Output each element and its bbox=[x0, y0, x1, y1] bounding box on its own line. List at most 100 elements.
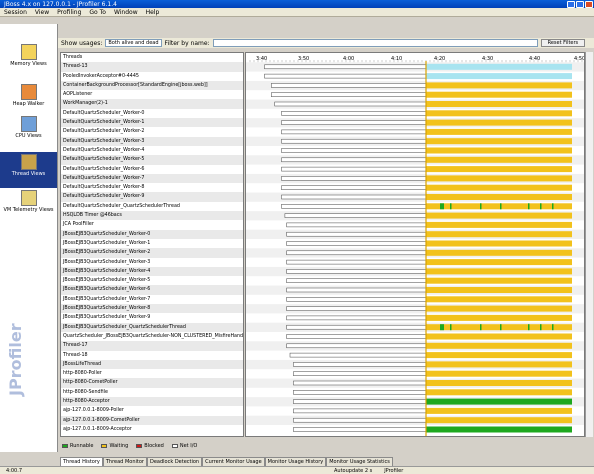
menu-profiling[interactable]: Profiling bbox=[53, 9, 85, 16]
thread-state-bar bbox=[426, 101, 572, 107]
tab-deadlock-detection[interactable]: Deadlock Detection bbox=[146, 457, 203, 466]
thread-row[interactable]: DefaultQuartzScheduler_Worker-0 bbox=[61, 109, 243, 118]
thread-state-bar bbox=[293, 371, 427, 376]
thread-row[interactable]: ContainerBackgroundProcessor[StandardEng… bbox=[61, 80, 243, 91]
tab-current-monitor-usage[interactable]: Current Monitor Usage bbox=[202, 457, 265, 466]
thread-row[interactable]: DefaultQuartzScheduler_Worker-3 bbox=[61, 136, 243, 146]
thread-row[interactable]: http-8080-Acceptor bbox=[61, 396, 243, 407]
thread-row[interactable]: JBossEJB3QuartzScheduler_Worker-7 bbox=[61, 295, 243, 304]
thread-state-bar bbox=[426, 91, 572, 98]
show-usages-select[interactable]: Both alive and dead bbox=[105, 39, 162, 47]
thread-row[interactable]: HSQLDB Timer @46bacs bbox=[61, 211, 243, 221]
maximize-button[interactable] bbox=[576, 0, 584, 8]
runnable-mark bbox=[540, 203, 542, 210]
thread-state-bar bbox=[281, 176, 427, 181]
time-tick-label: 4:50 bbox=[574, 56, 585, 62]
thread-row[interactable]: DefaultQuartzScheduler_Worker-5 bbox=[61, 155, 243, 165]
thread-row[interactable]: JBossEJB3QuartzScheduler_Worker-1 bbox=[61, 239, 243, 248]
legend-item: Runnable bbox=[62, 443, 93, 449]
legend-label: Net I/O bbox=[179, 442, 198, 449]
thread-state-bar bbox=[293, 362, 427, 367]
thread-state-bar bbox=[426, 138, 572, 145]
thread-state-bar bbox=[426, 314, 572, 321]
thread-row[interactable]: JBossEJB3QuartzScheduler_Worker-3 bbox=[61, 258, 243, 267]
reset-filters-button[interactable]: Reset Filters bbox=[540, 39, 586, 47]
heap-icon bbox=[20, 84, 37, 100]
thread-row[interactable]: JBossEJB3QuartzScheduler_Worker-5 bbox=[61, 276, 243, 285]
thread-row[interactable]: DefaultQuartzScheduler_Worker-8 bbox=[61, 183, 243, 192]
thread-state-bar bbox=[286, 231, 427, 237]
menu-session[interactable]: Session bbox=[0, 9, 31, 16]
thread-state-bar bbox=[271, 83, 427, 88]
thread-toolbar: Show usages: Both alive and dead Filter … bbox=[58, 38, 594, 48]
vertical-scrollbar[interactable] bbox=[585, 52, 593, 437]
thread-state-bar bbox=[286, 241, 427, 246]
minimize-button[interactable] bbox=[567, 0, 575, 8]
thread-row[interactable]: http-8080-Sendfile bbox=[61, 388, 243, 397]
thread-row[interactable]: JBossEJB3QuartzScheduler_QuartzScheduler… bbox=[61, 322, 243, 332]
menu-view[interactable]: View bbox=[31, 9, 53, 16]
thread-state-bar bbox=[281, 120, 427, 125]
thread-row[interactable]: JBossEJB3QuartzScheduler_Worker-9 bbox=[61, 313, 243, 322]
legend-label: Waiting bbox=[109, 442, 129, 449]
thread-row[interactable]: ajp-127.0.0.1-8009-Poller bbox=[61, 406, 243, 415]
time-tick-label: 4:20 bbox=[434, 56, 445, 62]
menu-window[interactable]: Window bbox=[110, 9, 142, 16]
thread-row[interactable]: JBossEJB3QuartzScheduler_Worker-8 bbox=[61, 304, 243, 314]
view-sidebar: Memory Views Heap Walker CPU Views Threa… bbox=[0, 24, 58, 452]
tab-thread-history[interactable]: Thread History bbox=[60, 457, 103, 466]
menu-goto[interactable]: Go To bbox=[85, 9, 110, 16]
thread-row[interactable]: JBossLifeThread bbox=[61, 359, 243, 370]
close-button[interactable] bbox=[585, 0, 593, 8]
thread-row[interactable]: DefaultQuartzScheduler_Worker-9 bbox=[61, 192, 243, 202]
menu-help[interactable]: Help bbox=[142, 9, 164, 16]
sidebar-item-threads[interactable]: Thread Views bbox=[0, 152, 57, 188]
sidebar-item-heap[interactable]: Heap Walker bbox=[0, 82, 57, 118]
sidebar-item-label: Heap Walker bbox=[12, 101, 45, 107]
thread-row[interactable]: http-8080-CometPoller bbox=[61, 378, 243, 388]
cpu-icon bbox=[20, 116, 37, 132]
thread-row[interactable]: Thread-17 bbox=[61, 341, 243, 351]
thread-row[interactable]: JBossEJB3QuartzScheduler_Worker-4 bbox=[61, 266, 243, 277]
thread-state-bar bbox=[286, 250, 427, 256]
sidebar-item-cpu[interactable]: CPU Views bbox=[0, 114, 57, 150]
thread-row[interactable]: http-8080-Poller bbox=[61, 369, 243, 378]
thread-state-bar bbox=[426, 305, 572, 312]
thread-state-bar bbox=[426, 389, 572, 396]
thread-row[interactable]: DefaultQuartzScheduler_Worker-6 bbox=[61, 165, 243, 174]
thread-row[interactable]: AOPListener bbox=[61, 90, 243, 99]
sidebar-item-telemetry[interactable]: VM Telemetry Views bbox=[0, 188, 57, 224]
thread-row[interactable]: Thread-18 bbox=[61, 351, 243, 360]
filter-input[interactable] bbox=[212, 39, 538, 47]
status-app: JProfiler bbox=[384, 467, 404, 474]
tab-thread-monitor[interactable]: Thread Monitor bbox=[102, 457, 147, 466]
sidebar-item-memory[interactable]: Memory Views bbox=[0, 42, 57, 78]
thread-row[interactable]: Threads bbox=[61, 53, 243, 62]
thread-row[interactable]: Thread-13 bbox=[61, 62, 243, 72]
time-tick-label: 4:40 bbox=[529, 56, 540, 62]
sidebar-item-label: CPU Views bbox=[15, 133, 42, 139]
tab-monitor-usage-statistics[interactable]: Monitor Usage Statistics bbox=[326, 457, 393, 466]
tab-monitor-usage-history[interactable]: Monitor Usage History bbox=[264, 457, 327, 466]
thread-row[interactable]: DefaultQuartzScheduler_QuartzSchedulerTh… bbox=[61, 202, 243, 211]
thread-state-bar bbox=[281, 148, 427, 153]
thread-row[interactable]: JBossEJB3QuartzScheduler_Worker-0 bbox=[61, 229, 243, 239]
thread-row[interactable]: ajp-127.0.0.1-8009-CometPoller bbox=[61, 415, 243, 425]
thread-row[interactable]: JBossEJB3QuartzScheduler_Worker-2 bbox=[61, 248, 243, 258]
thread-row[interactable]: DefaultQuartzScheduler_Worker-1 bbox=[61, 118, 243, 128]
thread-row[interactable]: QuartzScheduler_JBossEJB3QuartzScheduler… bbox=[61, 332, 243, 341]
thread-state-bar bbox=[284, 213, 427, 218]
thread-row[interactable]: DefaultQuartzScheduler_Worker-4 bbox=[61, 146, 243, 155]
sidebar-item-label: Thread Views bbox=[11, 171, 46, 177]
thread-row[interactable]: JBossEJB3QuartzScheduler_Worker-6 bbox=[61, 285, 243, 295]
thread-row[interactable]: DefaultQuartzScheduler_Worker-7 bbox=[61, 173, 243, 184]
legend-swatch bbox=[136, 443, 143, 448]
thread-state-bar bbox=[426, 221, 572, 228]
thread-row[interactable]: ajp-127.0.0.1-8009-Acceptor bbox=[61, 425, 243, 434]
thread-row[interactable]: WorkManager(2)-1 bbox=[61, 99, 243, 109]
thread-row[interactable]: DefaultQuartzScheduler_Worker-2 bbox=[61, 127, 243, 136]
runnable-mark bbox=[552, 324, 554, 331]
legend-label: Runnable bbox=[70, 442, 94, 449]
thread-row[interactable]: JCA PoolFiller bbox=[61, 220, 243, 229]
thread-row[interactable]: PooledInvokerAcceptor#0-4445 bbox=[61, 72, 243, 81]
